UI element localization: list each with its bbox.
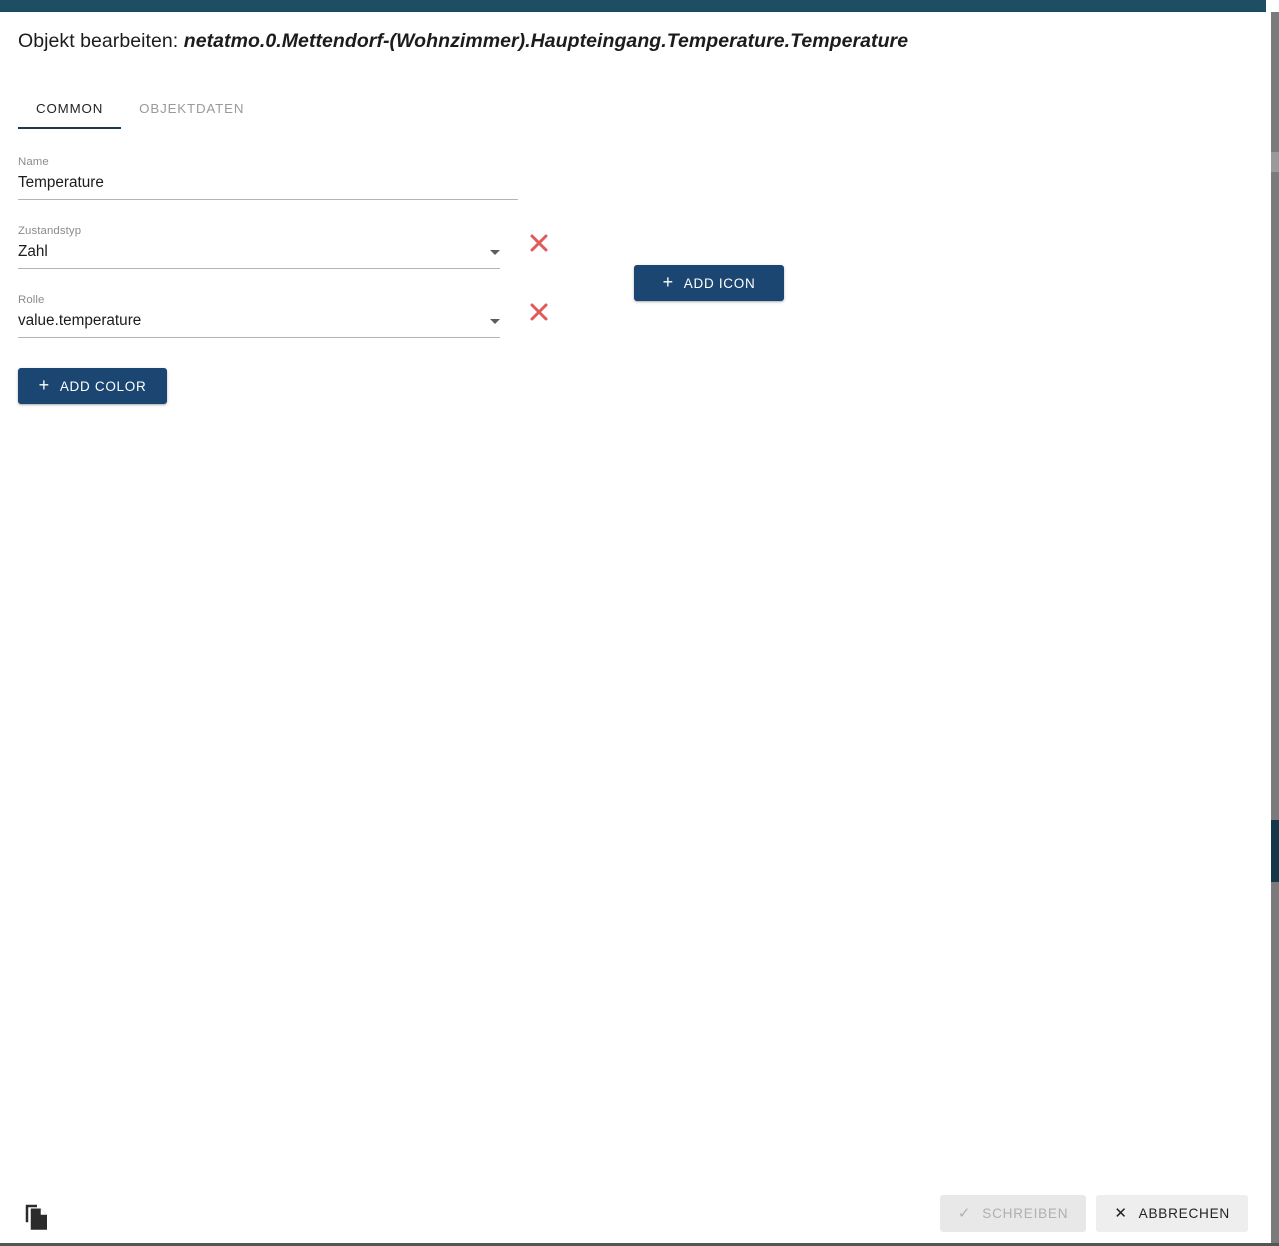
close-icon: ✕: [1114, 1205, 1128, 1222]
role-value: value.temperature: [18, 312, 142, 329]
plus-icon: +: [662, 272, 674, 292]
field-role-select[interactable]: value.temperature: [18, 303, 548, 338]
save-button[interactable]: ✓ SCHREIBEN: [939, 1195, 1087, 1232]
field-name-label: Name: [18, 156, 49, 168]
app-header-strip: [0, 0, 1266, 12]
name-input[interactable]: [18, 173, 518, 193]
field-role: Rolle value.temperature: [18, 293, 548, 338]
field-state-type: Zustandstyp Zahl: [18, 224, 548, 269]
dialog-tabs: COMMON OBJEKTDATEN: [18, 90, 1248, 133]
add-icon-button[interactable]: + ADD ICON: [634, 265, 784, 301]
save-button-label: SCHREIBEN: [982, 1206, 1069, 1221]
scrollbar-thumb[interactable]: [1271, 12, 1279, 1246]
browser-page: Objekt bearbeiten: netatmo.0.Mettendorf-…: [0, 0, 1279, 1246]
chevron-down-icon[interactable]: [490, 318, 500, 324]
field-role-label: Rolle: [18, 294, 45, 306]
check-icon: ✓: [957, 1205, 972, 1222]
dialog-footer: ✓ SCHREIBEN ✕ ABBRECHEN: [0, 1180, 1266, 1246]
state-type-value: Zahl: [18, 243, 48, 260]
tab-common[interactable]: COMMON: [18, 90, 122, 129]
scrollbar-track[interactable]: [1266, 12, 1279, 1246]
edit-object-dialog: Objekt bearbeiten: netatmo.0.Mettendorf-…: [0, 12, 1266, 1246]
page-scrollbar[interactable]: [1266, 0, 1279, 1246]
scrollbar-thumb-active[interactable]: [1271, 820, 1279, 882]
cancel-button-label: ABBRECHEN: [1138, 1206, 1230, 1221]
add-color-label: ADD COLOR: [59, 378, 147, 394]
close-icon[interactable]: [526, 230, 552, 256]
close-icon[interactable]: [526, 299, 552, 325]
dialog-object-path: netatmo.0.Mettendorf-(Wohnzimmer).Haupte…: [183, 30, 909, 52]
dialog-title-prefix: Objekt bearbeiten:: [18, 30, 179, 52]
chevron-down-icon[interactable]: [490, 249, 500, 255]
field-name: Name: [18, 155, 518, 200]
dialog-footer-actions: ✓ SCHREIBEN ✕ ABBRECHEN: [939, 1195, 1248, 1232]
cancel-button[interactable]: ✕ ABBRECHEN: [1096, 1195, 1248, 1232]
field-state-type-label: Zustandstyp: [18, 225, 82, 237]
field-name-input-row[interactable]: [18, 173, 518, 200]
add-icon-label: ADD ICON: [683, 275, 756, 291]
scrollbar-notch: [1271, 152, 1279, 172]
plus-icon: +: [38, 375, 50, 395]
common-tab-form: Name Zustandstyp Zahl R: [18, 155, 548, 362]
tab-objektdaten[interactable]: OBJEKTDATEN: [121, 90, 262, 129]
field-state-type-select[interactable]: Zahl: [18, 234, 548, 269]
dialog-title: Objekt bearbeiten: netatmo.0.Mettendorf-…: [18, 30, 908, 53]
copy-files-icon[interactable]: [22, 1201, 52, 1231]
add-color-button[interactable]: + ADD COLOR: [18, 368, 167, 404]
